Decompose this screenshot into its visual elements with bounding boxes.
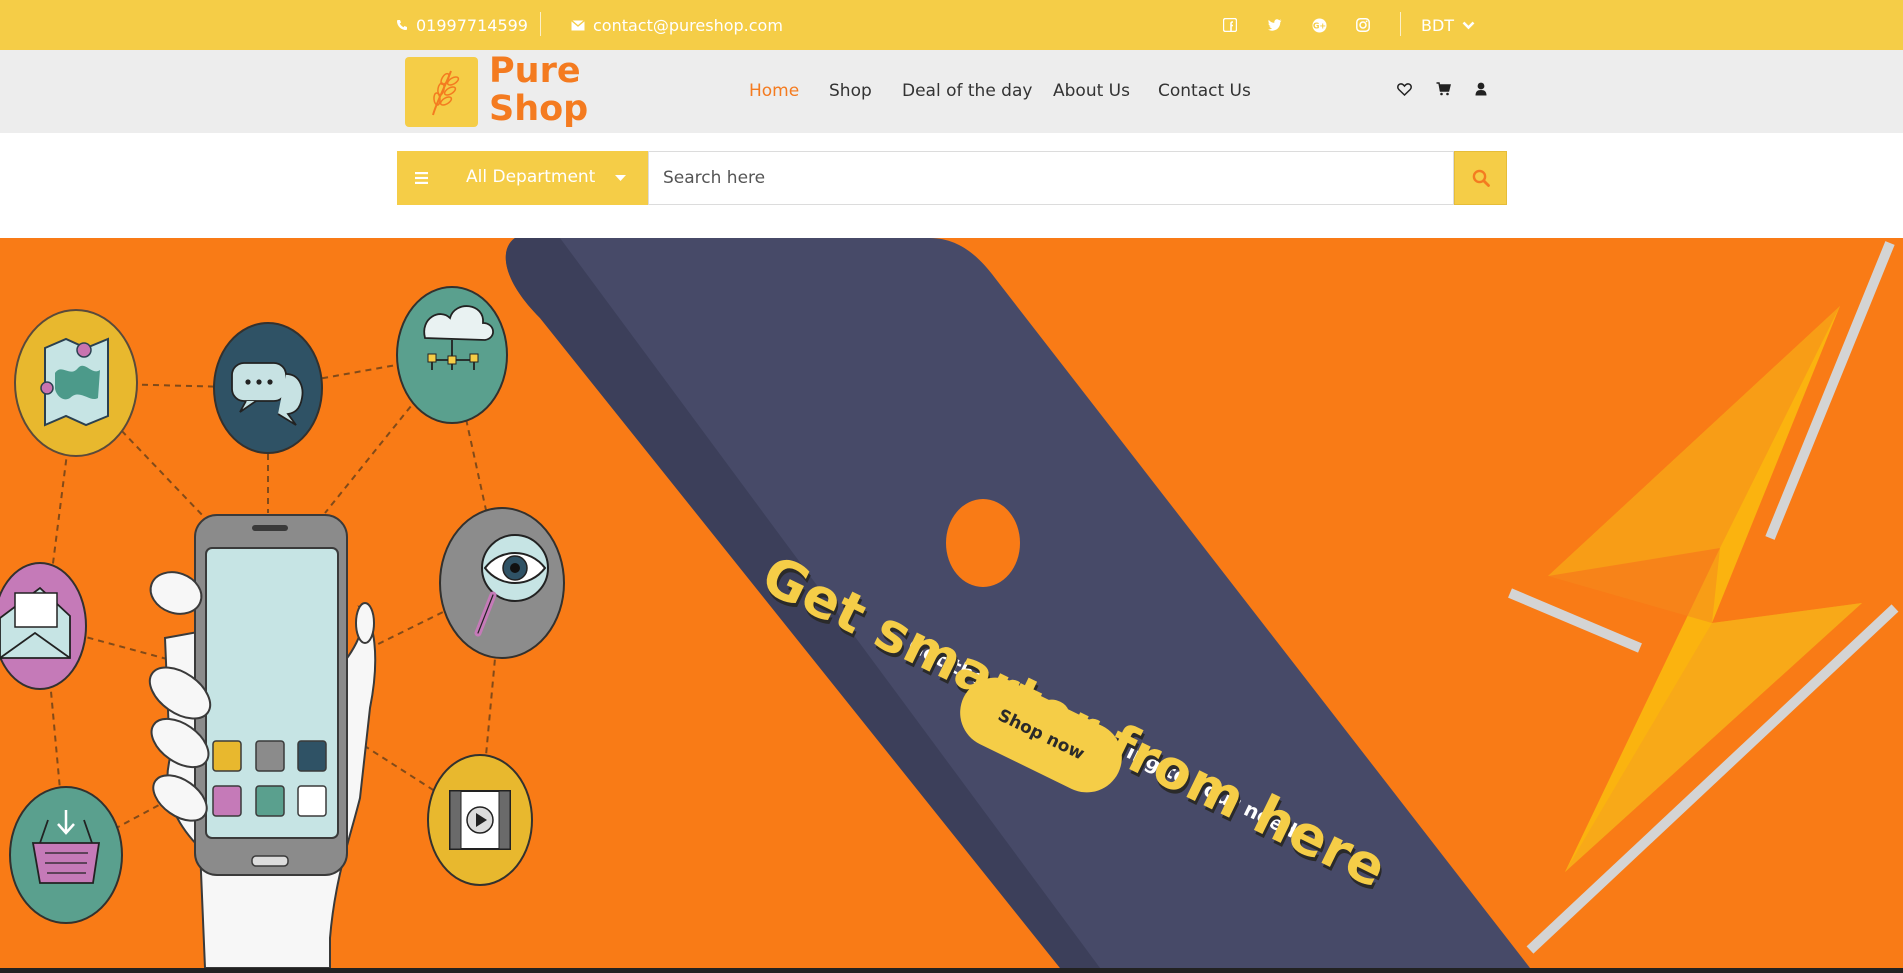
svg-text:G+: G+ xyxy=(1312,21,1325,30)
logo-line-1: Pure xyxy=(489,51,581,91)
instagram-icon[interactable] xyxy=(1351,13,1375,37)
main-navbar: Pure Shop Home Shop Deal of the day Abou… xyxy=(0,50,1903,133)
search-row: All Department xyxy=(0,133,1903,238)
nav-shop[interactable]: Shop xyxy=(829,81,872,101)
shop-now-label: Shop now xyxy=(994,705,1088,765)
phone-contact[interactable]: 01997714599 xyxy=(396,0,528,50)
top-bar: 01997714599 contact@pureshop.com G+ BDT xyxy=(0,0,1903,50)
department-dropdown[interactable]: All Department xyxy=(397,151,648,205)
email-address: contact@pureshop.com xyxy=(593,15,783,35)
hero-banner: Get the phone according to your need Get… xyxy=(0,238,1903,968)
search-icon xyxy=(1472,169,1490,187)
leaf-logo-icon xyxy=(432,70,460,116)
department-label: All Department xyxy=(466,167,596,187)
caret-down-icon xyxy=(615,175,626,181)
hamburger-menu-icon xyxy=(415,172,428,184)
facebook-icon[interactable] xyxy=(1218,13,1242,37)
user-icon[interactable] xyxy=(1472,80,1490,98)
twitter-icon[interactable] xyxy=(1263,13,1287,37)
chevron-down-icon xyxy=(1462,21,1475,29)
hero-illustration xyxy=(0,238,1899,968)
heart-icon[interactable] xyxy=(1395,80,1413,98)
nav-about-us[interactable]: About Us xyxy=(1053,81,1130,101)
nav-home[interactable]: Home xyxy=(749,81,799,101)
logo-line-2: Shop xyxy=(489,89,589,129)
bottom-scroll-strip xyxy=(0,968,1903,973)
divider xyxy=(1400,12,1401,36)
search-input[interactable] xyxy=(648,151,1454,205)
phone-number: 01997714599 xyxy=(416,15,528,35)
currency-label: BDT xyxy=(1421,15,1455,35)
google-plus-icon[interactable]: G+ xyxy=(1307,13,1331,37)
logo-wordmark[interactable]: Pure Shop xyxy=(489,52,588,128)
search-button[interactable] xyxy=(1454,151,1507,205)
email-contact[interactable]: contact@pureshop.com xyxy=(571,0,783,50)
phone-icon xyxy=(397,20,407,30)
envelope-icon xyxy=(571,19,585,30)
cart-icon[interactable] xyxy=(1434,80,1452,98)
nav-contact-us[interactable]: Contact Us xyxy=(1158,81,1251,101)
divider xyxy=(540,12,541,36)
logo[interactable] xyxy=(405,57,478,127)
nav-deal-of-the-day[interactable]: Deal of the day xyxy=(902,81,1032,101)
currency-selector[interactable]: BDT xyxy=(1421,0,1475,50)
